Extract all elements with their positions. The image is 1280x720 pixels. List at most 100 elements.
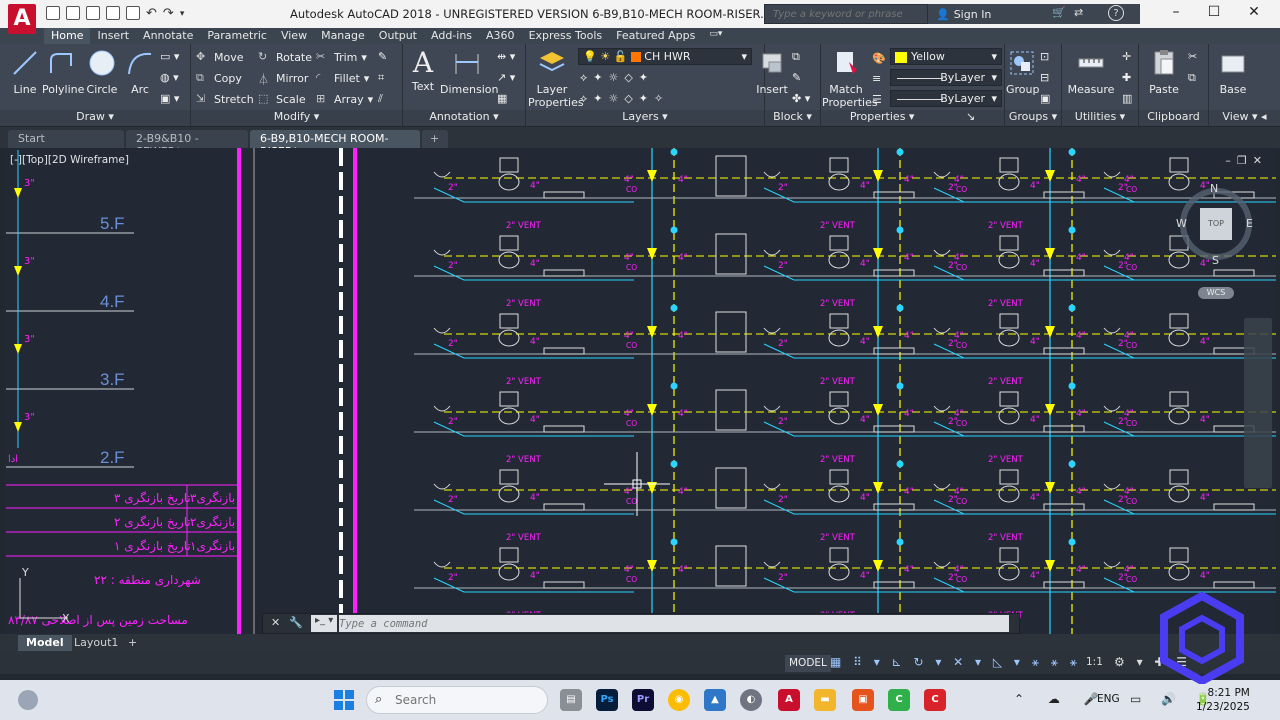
taskbar-search[interactable]: ⌕ — [366, 686, 548, 714]
compass-north[interactable]: N — [1210, 182, 1218, 195]
close-cmd-icon[interactable]: ✕ — [271, 616, 280, 629]
edit-block-icon[interactable]: ✎ — [792, 71, 801, 84]
command-history-icon[interactable]: ▴ — [1010, 616, 1015, 626]
panel-arrow-icon[interactable]: ◂ — [1261, 110, 1267, 123]
viewcube-top-face[interactable]: TOP — [1200, 208, 1232, 240]
maximize-button[interactable]: ☐ — [1204, 4, 1224, 22]
tab-annotate[interactable]: Annotate — [136, 28, 200, 44]
sign-in-button[interactable]: 👤 Sign In — [928, 4, 1048, 24]
input-language[interactable]: ENG — [1097, 693, 1120, 705]
help-icon[interactable]: ? — [1108, 5, 1124, 21]
annotation-scale[interactable]: 1:1 — [1086, 656, 1103, 668]
annotation-panel-title[interactable]: Annotation ▾ — [403, 110, 525, 126]
ribbon-toggle-icon[interactable]: ▭▾ — [702, 28, 729, 44]
add-layout-button[interactable]: + — [120, 635, 145, 651]
status-tools[interactable]: ▦ ⠿ ▾ ⊾ ↻ ▾ ✕ ▾ ◺ ▾ ⚹ ⚹ ⚹ — [830, 655, 1081, 670]
dialog-launcher-icon[interactable]: ↘ — [966, 110, 975, 123]
redo-icon[interactable]: ↷ — [163, 6, 174, 24]
insert-block-button[interactable]: Insert — [756, 48, 788, 96]
layer-properties-button[interactable]: Layer Properties — [528, 48, 584, 109]
calculator-icon[interactable]: ▥ — [1122, 92, 1132, 105]
command-prompt-icon[interactable]: ▸_ ▾ — [311, 615, 337, 632]
gradient-icon[interactable]: ▣ ▾ — [160, 92, 179, 105]
red-app-icon[interactable]: C — [924, 689, 946, 711]
save-icon[interactable] — [86, 6, 100, 20]
move-button[interactable]: ✥ Move — [196, 50, 244, 64]
polyline-button[interactable]: Polyline — [42, 48, 84, 96]
circle-button[interactable]: Circle — [86, 48, 118, 96]
save-as-icon[interactable] — [106, 6, 120, 20]
tab-output[interactable]: Output — [372, 28, 424, 44]
tab-insert[interactable]: Insert — [90, 28, 136, 44]
reader-icon[interactable]: ▣ — [852, 689, 874, 711]
linear-dim-icon[interactable]: ⇹ ▾ — [497, 50, 515, 63]
measure-button[interactable]: Measure — [1066, 48, 1116, 96]
rotate-button[interactable]: ↻ Rotate — [258, 50, 312, 64]
properties-panel-title[interactable]: Properties ▾ ↘ — [821, 110, 1004, 126]
offset-icon[interactable]: ⫽ — [378, 92, 383, 106]
drawing-canvas[interactable]: [-][Top][2D Wireframe] –❐✕ 5.F 4.F 3.F 2.F 3… — [4, 148, 1276, 634]
tab-manage[interactable]: Manage — [314, 28, 372, 44]
color-dropdown[interactable]: Yellow ▾ — [890, 48, 1002, 65]
start-button[interactable] — [334, 690, 354, 710]
tab-start[interactable]: Start — [8, 130, 124, 148]
undo-icon[interactable]: ↶ — [146, 6, 157, 24]
line-button[interactable]: Line — [10, 48, 40, 96]
green-app-icon[interactable]: C — [888, 689, 910, 711]
viewcube[interactable]: TOP N S E W — [1176, 182, 1256, 267]
layers-panel-title[interactable]: Layers ▾ — [526, 110, 764, 126]
groups-panel-title[interactable]: Groups ▾ — [1005, 110, 1061, 126]
tab-featured-apps[interactable]: Featured Apps — [609, 28, 702, 44]
dimension-button[interactable]: Dimension — [440, 48, 498, 96]
clock[interactable]: 8:21 PM 1/23/2025 — [1196, 686, 1250, 714]
command-input[interactable] — [339, 615, 1009, 632]
erase-icon[interactable]: ✎ — [378, 50, 387, 63]
compass-west[interactable]: W — [1176, 217, 1187, 230]
file-explorer-icon[interactable]: ▤ — [560, 689, 582, 711]
tab-express-tools[interactable]: Express Tools — [522, 28, 610, 44]
copy-clip-icon[interactable]: ⧉ — [1188, 71, 1196, 85]
modify-panel-title[interactable]: Modify ▾ — [191, 110, 402, 126]
tab-add-ins[interactable]: Add-ins — [424, 28, 479, 44]
mirror-button[interactable]: ⏃ Mirror — [258, 71, 308, 87]
array-button[interactable]: ⊞ Array ▾ — [316, 92, 373, 106]
taskbar-search-input[interactable] — [395, 693, 495, 707]
application-menu-button[interactable]: A — [8, 4, 36, 34]
match-properties-button[interactable]: Match Properties — [822, 48, 878, 109]
weather-icon[interactable] — [18, 690, 38, 710]
tray-icons[interactable]: ⌃ ☁ 🎤 — [1014, 692, 1109, 706]
autocad-icon[interactable]: A — [778, 689, 800, 711]
tab-a360[interactable]: A360 — [479, 28, 522, 44]
tab-parametric[interactable]: Parametric — [200, 28, 274, 44]
cut-icon[interactable]: ✂ — [1188, 50, 1197, 63]
customize-cmd-icon[interactable]: 🔧 — [289, 616, 303, 629]
text-button[interactable]: A Text — [408, 48, 438, 94]
premiere-icon[interactable]: Pr — [632, 689, 654, 711]
compass-east[interactable]: E — [1246, 217, 1253, 230]
view-panel-title[interactable]: View ▾ ◂ — [1209, 110, 1280, 126]
group-edit-icon[interactable]: ⊟ — [1040, 71, 1049, 84]
minimize-button[interactable]: – — [1166, 4, 1186, 22]
compass-south[interactable]: S — [1212, 254, 1219, 267]
photoshop-icon[interactable]: Ps — [596, 689, 618, 711]
id-point-icon[interactable]: ✛ — [1122, 50, 1131, 63]
model-space-button[interactable]: MODEL — [785, 655, 831, 672]
cart-icon[interactable]: 🛒 — [1052, 6, 1066, 19]
trim-button[interactable]: ✂ Trim ▾ — [316, 50, 367, 64]
chrome-icon[interactable]: ◉ — [668, 689, 690, 711]
keyword-search-input[interactable] — [765, 5, 915, 23]
leader-icon[interactable]: ↗ ▾ — [497, 71, 515, 84]
rectangle-icon[interactable]: ▭ ▾ — [160, 50, 179, 63]
tab-layout1[interactable]: Layout1 — [66, 635, 126, 651]
new-icon[interactable] — [46, 6, 60, 20]
photos-icon[interactable]: ▲ — [704, 689, 726, 711]
new-tab-button[interactable]: + — [422, 130, 448, 148]
tab-sewer-drawing[interactable]: 2-B9&B10 - SEWER* — [126, 130, 248, 158]
table-icon[interactable]: ▦ — [497, 92, 507, 105]
folder-icon[interactable]: ▬ — [814, 689, 836, 711]
fillet-button[interactable]: ◜ Fillet ▾ — [316, 71, 369, 85]
layer-tools-row-2[interactable]: ⟡✦☼◇✦✧ — [580, 92, 669, 106]
qat-dropdown-icon[interactable]: ▾ — [180, 9, 185, 24]
tab-model[interactable]: Model — [18, 635, 72, 651]
create-block-icon[interactable]: ⧉ — [792, 50, 800, 64]
